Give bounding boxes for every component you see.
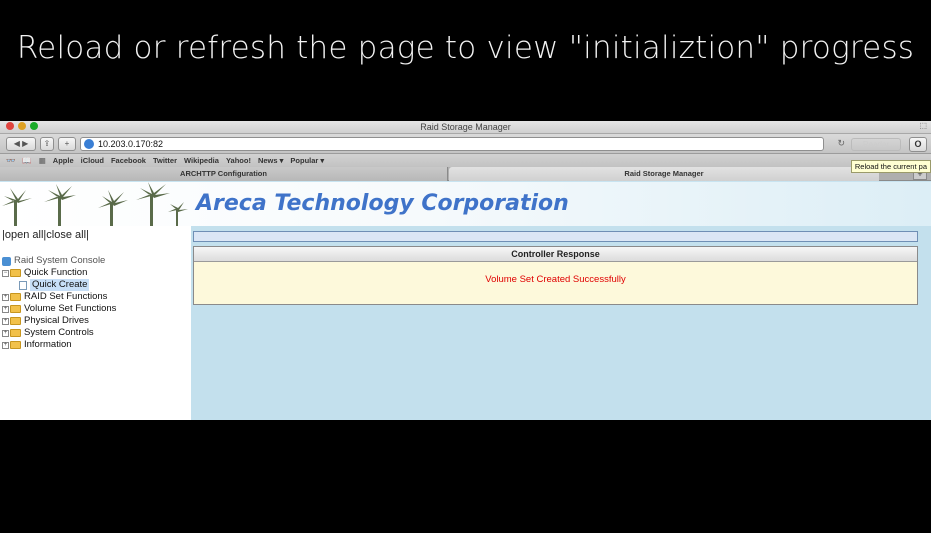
- response-header: Controller Response: [194, 247, 917, 262]
- top-sites-icon[interactable]: ▦: [39, 156, 46, 165]
- palm-trees-image: [2, 182, 188, 226]
- bookmarks-bar: 👓 📖 ▦ Apple iCloud Facebook Twitter Wiki…: [0, 154, 931, 167]
- folder-icon: [10, 305, 21, 313]
- expand-icon[interactable]: +: [2, 293, 9, 301]
- folder-icon: [10, 341, 21, 349]
- folder-icon: [10, 293, 21, 301]
- tree-item-volume-set-functions[interactable]: + Volume Set Functions: [2, 303, 116, 315]
- share-icon[interactable]: ⇪: [40, 137, 54, 151]
- folder-open-icon: [10, 269, 21, 277]
- navigation-tree: Raid System Console − Quick Function Qui…: [2, 255, 116, 351]
- navigation-panel: |open all|close all| Raid System Console…: [0, 226, 191, 420]
- tree-item-label: RAID Set Functions: [24, 291, 108, 302]
- tree-item-label: System Controls: [24, 327, 94, 338]
- tree-item-information[interactable]: + Information: [2, 339, 116, 351]
- tree-item-label: Physical Drives: [24, 315, 89, 326]
- tree-item-label: Information: [24, 339, 72, 350]
- page-icon: [19, 280, 27, 290]
- back-forward-buttons[interactable]: ◀ ▶: [6, 137, 36, 151]
- reload-tooltip: Reload the current pa: [850, 160, 931, 173]
- expand-icon[interactable]: +: [2, 305, 9, 313]
- open-close-links: |open all|close all|: [2, 229, 89, 241]
- url-text: 10.203.0.170:82: [98, 139, 164, 149]
- console-icon: [2, 256, 11, 266]
- response-message: Volume Set Created Successfully: [485, 274, 626, 285]
- reload-icon[interactable]: ↻: [837, 138, 845, 149]
- reader-button[interactable]: Reader: [851, 138, 901, 151]
- tree-root[interactable]: Raid System Console: [2, 255, 116, 267]
- main-panel: Controller Response Volume Set Created S…: [191, 226, 931, 420]
- globe-icon: [84, 139, 94, 149]
- close-all-link[interactable]: close all: [46, 229, 86, 241]
- tree-item-quick-function[interactable]: − Quick Function: [2, 267, 116, 279]
- add-bookmark-icon[interactable]: +: [58, 137, 76, 151]
- tab-raid-storage-manager[interactable]: Raid Storage Manager: [449, 167, 879, 181]
- collapse-icon[interactable]: −: [2, 269, 9, 277]
- tree-item-quick-create[interactable]: Quick Create: [2, 279, 116, 291]
- expand-icon[interactable]: +: [2, 341, 9, 349]
- bookmark-news[interactable]: News ▾: [258, 156, 283, 165]
- bookmark-twitter[interactable]: Twitter: [153, 156, 177, 165]
- reading-list-icon[interactable]: 👓: [6, 156, 15, 165]
- resize-icon[interactable]: ⬚: [919, 121, 927, 130]
- bookmark-popular[interactable]: Popular ▾: [290, 156, 324, 165]
- folder-icon: [10, 329, 21, 337]
- tab-bar: ARCHTTP Configuration Raid Storage Manag…: [0, 167, 931, 181]
- expand-icon[interactable]: +: [2, 317, 9, 325]
- tree-item-system-controls[interactable]: + System Controls: [2, 327, 116, 339]
- bookmark-facebook[interactable]: Facebook: [111, 156, 146, 165]
- folder-icon: [10, 317, 21, 325]
- tree-item-label: Quick Create: [30, 279, 90, 291]
- bookmark-icloud[interactable]: iCloud: [81, 156, 104, 165]
- page-content: Areca Technology Corporation |open all|c…: [0, 182, 931, 420]
- window-title: Raid Storage Manager: [420, 122, 511, 132]
- brand-title: Areca Technology Corporation: [196, 191, 569, 216]
- video-caption: Reload or refresh the page to view "init…: [16, 30, 915, 66]
- tab-archttp-configuration[interactable]: ARCHTTP Configuration: [0, 167, 448, 181]
- tree-root-label: Raid System Console: [14, 255, 106, 266]
- bookmarks-icon[interactable]: 📖: [22, 156, 31, 165]
- expand-icon[interactable]: +: [2, 329, 9, 337]
- bookmark-apple[interactable]: Apple: [53, 156, 74, 165]
- top-bar: [193, 231, 918, 242]
- settings-icon[interactable]: O: [909, 137, 927, 152]
- tree-item-label: Volume Set Functions: [24, 303, 117, 314]
- open-all-link[interactable]: open all: [5, 229, 44, 241]
- controller-response-box: Controller Response Volume Set Created S…: [193, 246, 918, 305]
- bookmark-yahoo[interactable]: Yahoo!: [226, 156, 251, 165]
- tree-item-raid-set-functions[interactable]: + RAID Set Functions: [2, 291, 116, 303]
- tree-item-physical-drives[interactable]: + Physical Drives: [2, 315, 116, 327]
- header-banner: Areca Technology Corporation: [0, 182, 931, 226]
- bookmark-wikipedia[interactable]: Wikipedia: [184, 156, 219, 165]
- title-bar: Raid Storage Manager ⬚: [0, 121, 931, 134]
- browser-window: Raid Storage Manager ⬚ ◀ ▶ ⇪ + 10.203.0.…: [0, 121, 931, 420]
- tree-item-label: Quick Function: [24, 267, 88, 278]
- browser-toolbar: ◀ ▶ ⇪ + 10.203.0.170:82 ↻ Reader O: [0, 134, 931, 154]
- address-bar[interactable]: 10.203.0.170:82: [80, 137, 824, 151]
